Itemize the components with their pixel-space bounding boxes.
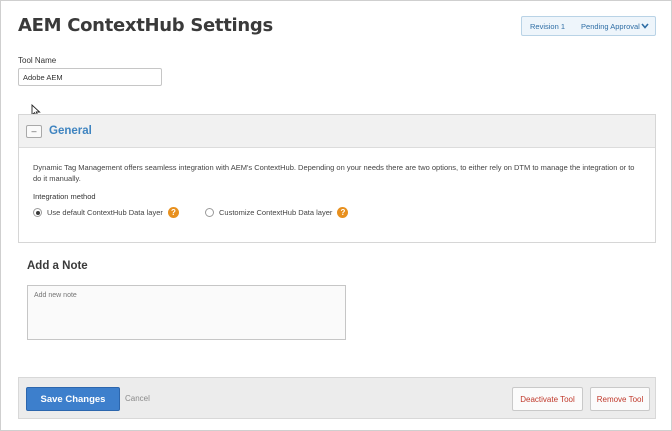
tool-name-label: Tool Name <box>18 56 57 65</box>
revision-status-dropdown[interactable]: Revision 1 Pending Approval <box>521 16 656 36</box>
revision-label: Revision 1 <box>530 21 566 31</box>
tool-name-input[interactable] <box>18 68 162 86</box>
cancel-link[interactable]: Cancel <box>125 394 150 403</box>
page-title: AEM ContextHub Settings <box>18 15 273 36</box>
save-changes-button[interactable]: Save Changes <box>26 387 120 411</box>
general-description: Dynamic Tag Management offers seamless i… <box>33 163 635 183</box>
option-default-datalayer[interactable]: Use default ContextHub Data layer ? <box>33 207 179 218</box>
radio-custom-datalayer[interactable] <box>205 208 214 217</box>
remove-tool-button[interactable]: Remove Tool <box>590 387 650 411</box>
chevron-down-icon[interactable] <box>641 22 649 30</box>
deactivate-tool-button[interactable]: Deactivate Tool <box>512 387 583 411</box>
approval-status: Pending Approval <box>581 21 640 31</box>
general-panel-header: – General <box>19 115 655 148</box>
help-icon[interactable]: ? <box>167 207 179 218</box>
footer-toolbar: Save Changes Cancel Deactivate Tool Remo… <box>18 377 656 419</box>
option-default-label: Use default ContextHub Data layer <box>47 208 163 217</box>
option-custom-datalayer[interactable]: Customize ContextHub Data layer ? <box>205 207 349 218</box>
note-input[interactable] <box>27 285 346 340</box>
integration-method-label: Integration method <box>33 192 96 201</box>
general-section-title: General <box>49 125 92 137</box>
option-custom-label: Customize ContextHub Data layer <box>219 208 333 217</box>
general-panel: – General Dynamic Tag Management offers … <box>18 114 656 243</box>
help-icon[interactable]: ? <box>337 207 349 218</box>
note-section-title: Add a Note <box>27 260 88 272</box>
radio-default-datalayer[interactable] <box>33 208 42 217</box>
collapse-button[interactable]: – <box>26 124 42 138</box>
